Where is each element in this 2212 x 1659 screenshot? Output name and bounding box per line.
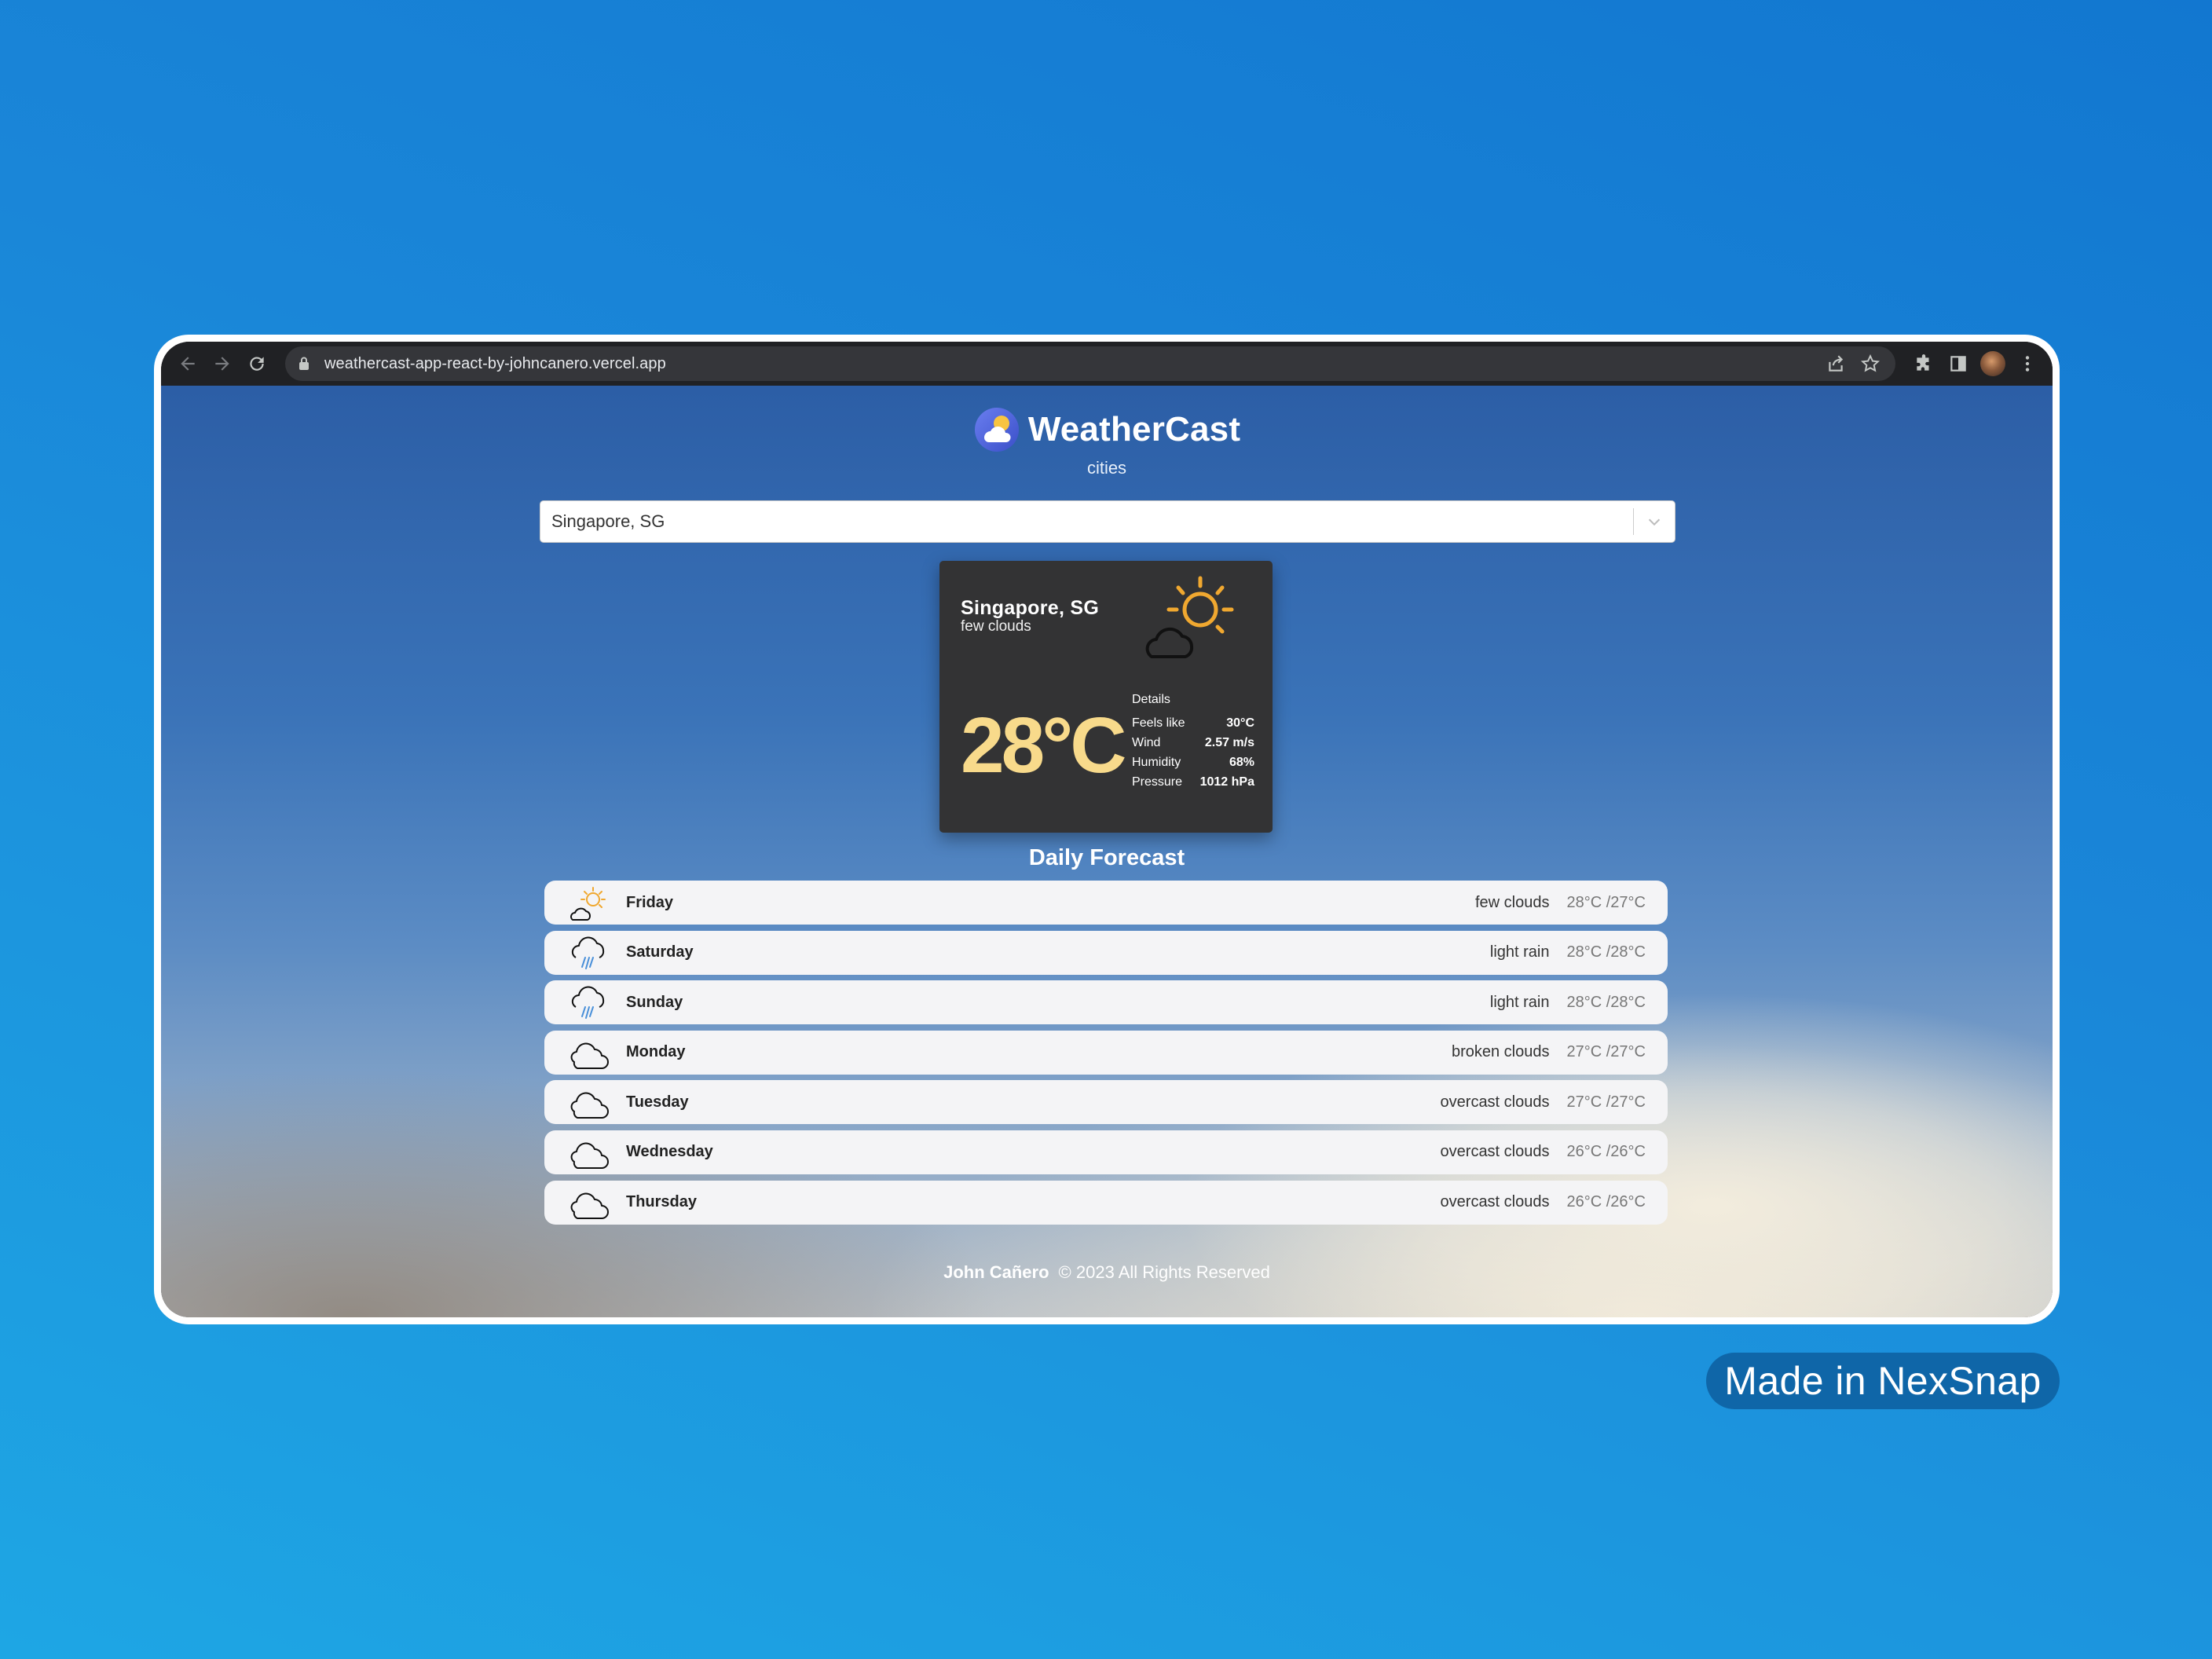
city-select-value[interactable]: Singapore, SG	[540, 511, 1633, 532]
detail-label: Wind	[1132, 735, 1161, 749]
forecast-row-friday: Friday few clouds 28°C /27°C	[544, 881, 1668, 925]
forecast-day: Sunday	[626, 993, 683, 1011]
forecast-day: Monday	[626, 1043, 686, 1061]
forward-arrow-icon[interactable]	[205, 346, 240, 381]
forecast-temperature: 26°C /26°C	[1566, 1143, 1646, 1161]
current-weather-card: Singapore, SG few clouds 28°C Details Fe…	[939, 561, 1273, 833]
detail-label: Pressure	[1132, 775, 1183, 789]
profile-avatar[interactable]	[1980, 351, 2005, 376]
forecast-description: overcast clouds	[1440, 1093, 1550, 1111]
forecast-row-tuesday: Tuesday overcast clouds 27°C /27°C	[544, 1080, 1668, 1125]
forecast-title: Daily Forecast	[1028, 845, 1185, 870]
current-temperature: 28°C	[961, 701, 1126, 789]
chevron-down-icon[interactable]	[1634, 501, 1675, 542]
browser-toolbar: weathercast-app-react-by-johncanero.verc…	[161, 342, 2053, 386]
forecast-day: Thursday	[626, 1193, 698, 1211]
detail-value: 2.57 m/s	[1204, 735, 1254, 749]
sun-cloud-icon	[570, 887, 606, 921]
side-panel-icon[interactable]	[1941, 346, 1976, 381]
forecast-temperature: 27°C /27°C	[1566, 1093, 1646, 1111]
forecast-description: few clouds	[1475, 893, 1550, 911]
detail-row-humidity: Humidity 68%	[1132, 753, 1254, 772]
forecast-temperature: 27°C /27°C	[1566, 1043, 1646, 1061]
rain-cloud-icon	[571, 936, 605, 969]
bookmark-star-icon[interactable]	[1853, 346, 1888, 381]
detail-value: 68%	[1229, 755, 1254, 769]
forecast-row-saturday: Saturday light rain 28°C /28°C	[544, 930, 1668, 975]
forecast-row-sunday: Sunday light rain 28°C /28°C	[544, 980, 1668, 1025]
forecast-temperature: 28°C /27°C	[1566, 893, 1646, 911]
footer-rights: © 2023 All Rights Reserved	[1058, 1262, 1270, 1282]
cloud-icon	[570, 1192, 609, 1219]
extensions-puzzle-icon[interactable]	[1906, 346, 1941, 381]
detail-value: 1012 hPa	[1199, 775, 1254, 789]
app-header: WeatherCast	[161, 406, 2053, 453]
url-text[interactable]: weathercast-app-react-by-johncanero.verc…	[324, 355, 666, 373]
current-description: few clouds	[961, 618, 1031, 635]
detail-row-feels-like: Feels like 30°C	[1132, 713, 1254, 733]
detail-label: Feels like	[1132, 716, 1185, 730]
forecast-row-wednesday: Wednesday overcast clouds 26°C /26°C	[544, 1130, 1668, 1174]
forecast-day: Wednesday	[626, 1143, 713, 1161]
share-icon[interactable]	[1818, 346, 1853, 381]
details-title: Details	[1132, 693, 1170, 706]
forecast-description: light rain	[1489, 943, 1550, 961]
forecast-row-thursday: Thursday overcast clouds 26°C /26°C	[544, 1180, 1668, 1225]
weathercast-logo-icon	[974, 408, 1019, 452]
sun-cloud-icon	[1145, 576, 1234, 658]
forecast-description: light rain	[1489, 993, 1550, 1011]
back-arrow-icon[interactable]	[170, 346, 205, 381]
reload-icon[interactable]	[240, 346, 274, 381]
browser-window: weathercast-app-react-by-johncanero.verc…	[161, 342, 2053, 1317]
app-subtitle: cities	[1086, 458, 1127, 478]
city-select[interactable]: Singapore, SG	[540, 500, 1675, 543]
cloud-icon	[570, 1142, 609, 1169]
page-footer: John Cañero © 2023 All Rights Reserved	[161, 1262, 2053, 1283]
detail-value: 30°C	[1226, 716, 1254, 730]
forecast-day: Tuesday	[626, 1093, 689, 1111]
detail-row-wind: Wind 2.57 m/s	[1132, 733, 1254, 753]
forecast-list: Friday few clouds 28°C /27°C Saturday li…	[544, 881, 1668, 1230]
made-in-badge: Made in NexSnap	[1706, 1353, 2060, 1409]
forecast-description: overcast clouds	[1440, 1143, 1550, 1161]
forecast-temperature: 28°C /28°C	[1566, 993, 1646, 1011]
forecast-temperature: 28°C /28°C	[1566, 943, 1646, 961]
detail-label: Humidity	[1132, 755, 1181, 769]
address-bar[interactable]: weathercast-app-react-by-johncanero.verc…	[285, 346, 1895, 381]
forecast-description: broken clouds	[1451, 1043, 1550, 1061]
weather-page: WeatherCast cities Singapore, SG Singapo…	[161, 386, 2053, 1317]
lock-icon	[299, 357, 309, 370]
footer-author[interactable]: John Cañero	[943, 1262, 1049, 1282]
forecast-description: overcast clouds	[1440, 1193, 1550, 1211]
cloud-icon	[570, 1092, 609, 1119]
more-menu-icon[interactable]	[2010, 346, 2045, 381]
browser-window-frame: weathercast-app-react-by-johncanero.verc…	[154, 335, 2060, 1324]
forecast-temperature: 26°C /26°C	[1566, 1193, 1646, 1211]
rain-cloud-icon	[571, 986, 605, 1020]
forecast-day: Friday	[626, 893, 674, 911]
current-city: Singapore, SG	[961, 597, 1100, 619]
detail-row-pressure: Pressure 1012 hPa	[1132, 772, 1254, 792]
app-title: WeatherCast	[1027, 410, 1241, 449]
current-details: Details Feels like 30°C Wind 2.57 m/s Hu…	[1132, 693, 1254, 792]
forecast-row-monday: Monday broken clouds 27°C /27°C	[544, 1030, 1668, 1075]
forecast-day: Saturday	[626, 943, 694, 961]
cloud-icon	[570, 1042, 609, 1069]
